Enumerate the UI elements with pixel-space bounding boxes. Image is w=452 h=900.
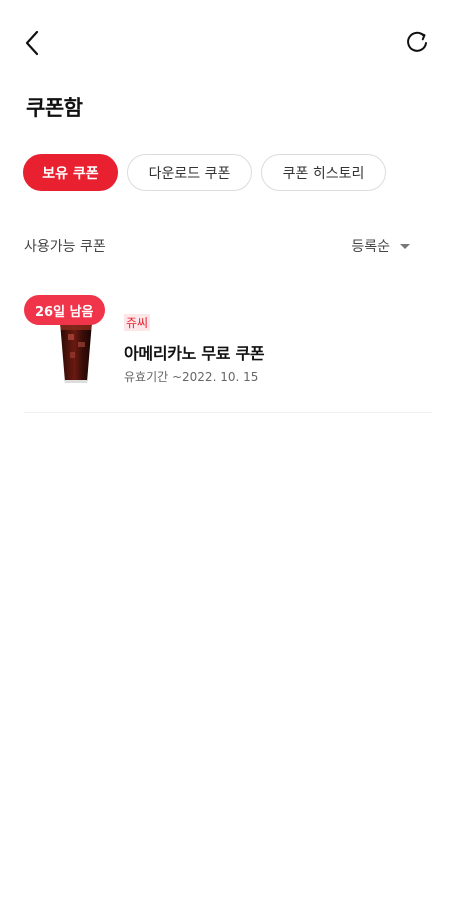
coupon-name: 아메리카노 무료 쿠폰 (124, 344, 265, 363)
tab-coupon-history[interactable]: 쿠폰 히스토리 (261, 154, 386, 191)
refresh-icon (407, 31, 427, 52)
tab-download-coupons[interactable]: 다운로드 쿠폰 (127, 154, 252, 191)
coupon-expiry: 유효기간 ~2022. 10. 15 (124, 370, 259, 384)
caret-down-icon (400, 243, 410, 249)
back-button[interactable] (18, 28, 46, 58)
top-bar (0, 0, 452, 86)
list-header: 사용가능 쿠폰 등록순 (24, 236, 410, 258)
iced-americano-image (60, 322, 92, 383)
divider (24, 412, 432, 413)
brand-label: 쥬씨 (124, 314, 151, 331)
page-title: 쿠폰함 (26, 96, 83, 120)
sort-dropdown[interactable]: 등록순 (351, 236, 410, 256)
chevron-left-icon (25, 30, 39, 56)
available-coupons-label: 사용가능 쿠폰 (24, 239, 106, 255)
coupon-tabs: 보유 쿠폰 다운로드 쿠폰 쿠폰 히스토리 (23, 154, 386, 191)
tab-owned-coupons[interactable]: 보유 쿠폰 (23, 154, 118, 191)
sort-label: 등록순 (351, 239, 390, 255)
coupon-card[interactable]: 26일 남음 쥬씨 아메리카노 무료 쿠폰 유효기간 ~2022. 10. 15 (24, 292, 432, 412)
days-left-badge: 26일 남음 (24, 295, 105, 325)
refresh-button[interactable] (402, 28, 432, 58)
